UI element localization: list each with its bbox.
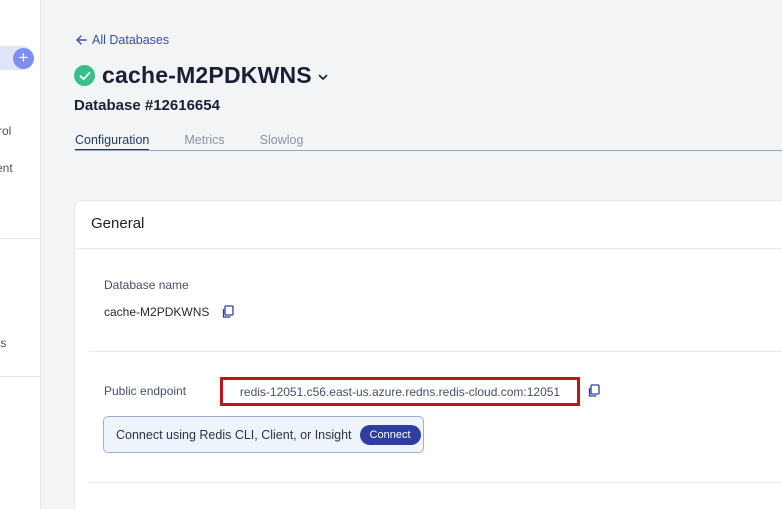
back-link[interactable]: All Databases [76, 33, 169, 47]
sidebar: + rol ent ts [0, 0, 41, 509]
status-active-icon [74, 65, 95, 86]
connect-banner: Connect using Redis CLI, Client, or Insi… [103, 416, 424, 453]
card-header-divider [75, 248, 782, 249]
general-card: General Database name cache-M2PDKWNS Pub… [74, 200, 782, 509]
chevron-down-icon[interactable] [318, 74, 328, 81]
database-number: Database #12616654 [74, 97, 220, 114]
tab-configuration[interactable]: Configuration [75, 133, 150, 150]
sidebar-item-label[interactable]: rol [0, 124, 11, 138]
database-name-label: Database name [104, 278, 189, 292]
section-divider [89, 351, 782, 352]
connect-button[interactable]: Connect [359, 424, 421, 445]
sidebar-divider [0, 376, 40, 377]
public-endpoint-value[interactable]: redis-12051.c56.east-us.azure.redns.redi… [240, 385, 560, 399]
connect-text: Connect using Redis CLI, Client, or Insi… [116, 427, 352, 442]
plus-icon[interactable]: + [13, 48, 34, 69]
public-endpoint-highlight: redis-12051.c56.east-us.azure.redns.redi… [220, 377, 580, 406]
database-title-row: cache-M2PDKWNS [74, 62, 328, 89]
copy-icon[interactable] [587, 384, 601, 398]
section-divider [89, 482, 782, 483]
tabs-underline [75, 150, 782, 151]
tab-metrics[interactable]: Metrics [184, 133, 224, 150]
sidebar-item-label[interactable]: ent [0, 161, 13, 175]
database-name-value: cache-M2PDKWNS [104, 305, 210, 319]
sidebar-item-label[interactable]: ts [0, 336, 6, 350]
back-link-label: All Databases [92, 33, 170, 47]
tab-slowlog[interactable]: Slowlog [260, 133, 304, 150]
tab-bar: Configuration Metrics Slowlog [75, 133, 303, 150]
public-endpoint-label: Public endpoint [104, 384, 187, 398]
sidebar-divider [0, 238, 40, 239]
page-title: cache-M2PDKWNS [102, 62, 312, 88]
arrow-left-icon [76, 35, 87, 45]
copy-icon[interactable] [221, 305, 235, 319]
card-title: General [91, 215, 145, 232]
